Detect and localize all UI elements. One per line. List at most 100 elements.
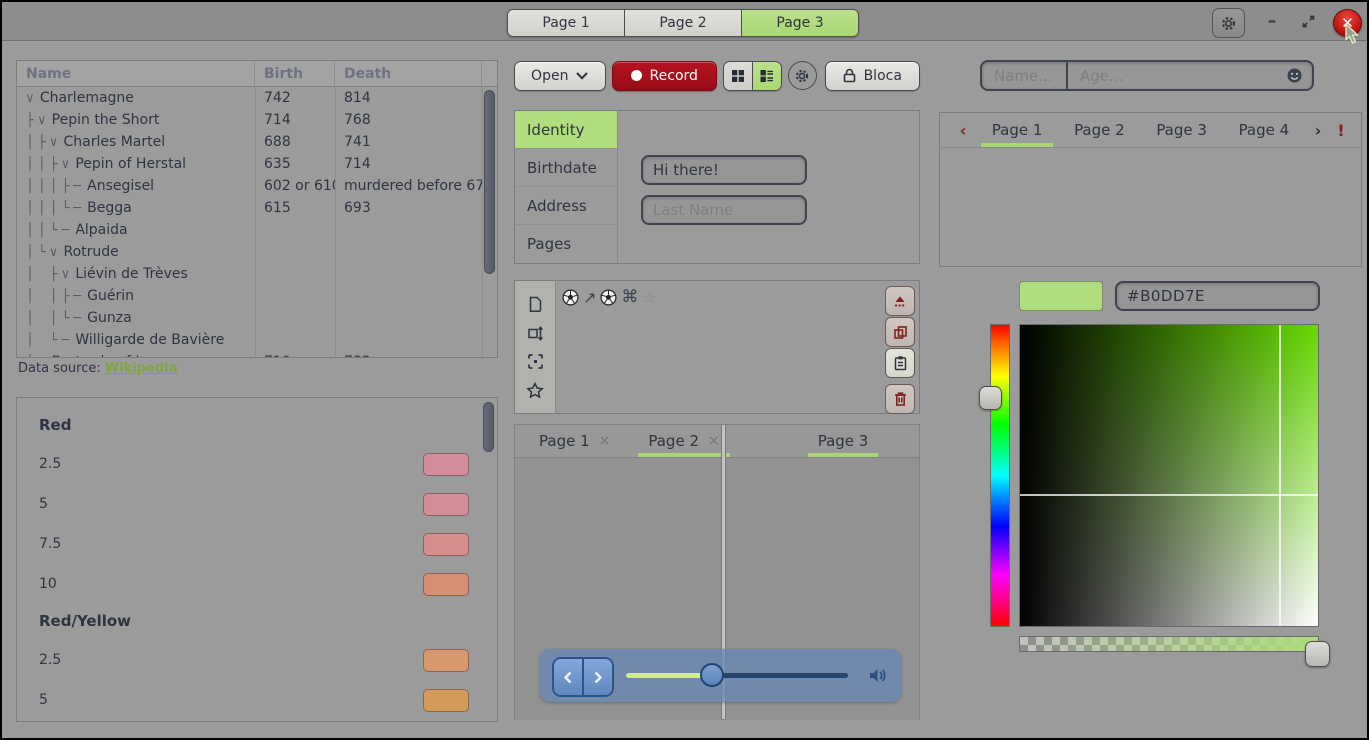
maximize-button[interactable] (1295, 8, 1321, 34)
list-item[interactable]: 7.5 (39, 524, 497, 564)
tree-guide[interactable]: │├∨ (26, 135, 61, 150)
hue-slider-handle[interactable] (979, 386, 1002, 410)
column-header-birth[interactable]: Birth (255, 61, 335, 86)
paste-icon (893, 355, 908, 371)
open-button[interactable]: Open (514, 61, 606, 91)
pager-tab-page4[interactable]: Page 4 (1223, 113, 1305, 147)
doc-tab-page1[interactable]: Page 1× (527, 425, 622, 457)
star-icon[interactable] (526, 382, 544, 399)
settings-button[interactable] (1212, 8, 1245, 38)
arrow-up-right-icon[interactable]: ↗ (583, 288, 596, 307)
first-name-input[interactable] (641, 155, 807, 185)
tree-guide[interactable]: ├∨ (26, 113, 50, 128)
previous-button[interactable] (554, 659, 582, 695)
tab-birthdate[interactable]: Birthdate (515, 149, 617, 187)
list-view-button[interactable] (752, 62, 781, 90)
table-row[interactable]: ├∨Pepin the Short714768 (17, 109, 497, 131)
tree-guide[interactable]: ││├∨ (26, 157, 73, 172)
pager-tab-page1[interactable]: Page 1 (976, 113, 1058, 147)
doc-tab-page3[interactable]: Page 3 (806, 425, 881, 457)
active-tab-underline (981, 143, 1053, 147)
table-scrollbar[interactable] (484, 90, 495, 274)
pager-tab-page2[interactable]: Page 2 (1058, 113, 1140, 147)
saturation-value-picker[interactable] (1019, 324, 1319, 627)
star-outline-icon[interactable]: ☆ (642, 288, 656, 307)
copy-button[interactable] (885, 317, 915, 347)
delete-button[interactable] (885, 384, 915, 414)
tree-guide[interactable]: │ ├∨ (26, 267, 73, 282)
grid-view-button[interactable] (724, 62, 752, 90)
table-row[interactable]: │││├─Ansegisel602 or 610murdered before … (17, 175, 497, 197)
doc-tab-page2[interactable]: Page 2× (636, 425, 731, 457)
document-icon[interactable] (527, 295, 544, 313)
table-row[interactable]: ││├∨Pepin of Herstal635714 (17, 153, 497, 175)
paste-button[interactable] (885, 348, 915, 378)
age-input[interactable] (1068, 67, 1286, 85)
data-source-label: Data source: (18, 361, 105, 376)
table-row[interactable]: │ │├─Guérin (17, 285, 497, 307)
record-button[interactable]: Record (612, 61, 717, 91)
hex-color-input[interactable] (1115, 281, 1320, 311)
tree-guide[interactable]: │└∨ (26, 245, 61, 260)
upload-button[interactable] (885, 286, 915, 316)
pager-next-icon[interactable]: › (1305, 121, 1331, 140)
tree-guide[interactable]: ∨ (26, 91, 38, 106)
settings-round-button[interactable] (788, 61, 817, 90)
color-swatch (423, 573, 469, 596)
close-tab-icon[interactable]: × (708, 433, 720, 449)
list-item[interactable]: 7.5 (39, 720, 497, 722)
titlebar-tab-page3[interactable]: Page 3 (742, 10, 858, 36)
next-button[interactable] (582, 659, 612, 695)
table-row[interactable]: │├∨Charles Martel688741 (17, 131, 497, 153)
list-item[interactable]: 5 (39, 680, 497, 720)
titlebar-tab-page2[interactable]: Page 2 (625, 10, 742, 36)
hue-slider[interactable] (990, 324, 1010, 627)
alpha-slider[interactable] (1019, 636, 1319, 652)
tab-pages[interactable]: Pages (515, 225, 617, 263)
soccer-ball-icon[interactable] (562, 289, 579, 306)
table-row[interactable]: │ ├∨Liévin de Trèves (17, 263, 497, 285)
column-header-death[interactable]: Death (335, 61, 482, 86)
table-row[interactable]: │ │└─Gunza (17, 307, 497, 329)
titlebar-tab-page1[interactable]: Page 1 (508, 10, 625, 36)
tab-identity[interactable]: Identity (515, 111, 617, 149)
record-button-label: Record (650, 68, 698, 84)
alpha-slider-handle[interactable] (1305, 641, 1330, 667)
selected-color-swatch[interactable] (1019, 281, 1103, 311)
close-tab-icon[interactable]: × (599, 433, 611, 449)
table-row[interactable]: │││└─Begga615693 (17, 197, 497, 219)
volume-icon[interactable] (868, 667, 887, 684)
eject-up-icon (892, 294, 908, 309)
list-item[interactable]: 2.5 (39, 640, 497, 680)
last-name-input[interactable] (641, 195, 807, 225)
maximize-icon (1301, 14, 1316, 29)
tab-address[interactable]: Address (515, 187, 617, 225)
minimize-icon: – (1268, 11, 1277, 31)
list-item[interactable]: 2.5 (39, 444, 497, 484)
resize-icon[interactable] (527, 325, 544, 342)
table-row[interactable]: │ └─Willigarde de Bavière (17, 329, 497, 351)
minimize-button[interactable]: – (1260, 8, 1284, 34)
name-input[interactable] (982, 62, 1068, 89)
smiley-icon[interactable] (1286, 67, 1303, 84)
middle-toolbar: Open Record Bloca (514, 60, 920, 91)
soccer-ball-icon[interactable] (600, 289, 617, 306)
bloca-button[interactable]: Bloca (825, 61, 921, 91)
tree-guide[interactable]: ├∨ (26, 355, 50, 358)
wikipedia-link[interactable]: Wikipedia (105, 361, 178, 376)
pager-overflow-icon[interactable]: ! (1331, 121, 1351, 140)
list-scrollbar[interactable] (483, 402, 494, 452)
pager-prev-icon[interactable]: ‹ (950, 121, 976, 140)
seek-handle[interactable] (700, 663, 724, 687)
gear-icon (1220, 15, 1237, 32)
table-row[interactable]: ∨Charlemagne742814 (17, 87, 497, 109)
command-icon[interactable]: ⌘ (621, 287, 638, 307)
pager-tab-page3[interactable]: Page 3 (1141, 113, 1223, 147)
list-item[interactable]: 5 (39, 484, 497, 524)
table-row[interactable]: ││└─Alpaida (17, 219, 497, 241)
list-item[interactable]: 10 (39, 564, 497, 604)
column-header-name[interactable]: Name (17, 61, 255, 86)
focus-icon[interactable] (527, 353, 544, 370)
table-row[interactable]: ├∨Bertrade of Laon710783 (17, 351, 497, 358)
table-row[interactable]: │└∨Rotrude (17, 241, 497, 263)
